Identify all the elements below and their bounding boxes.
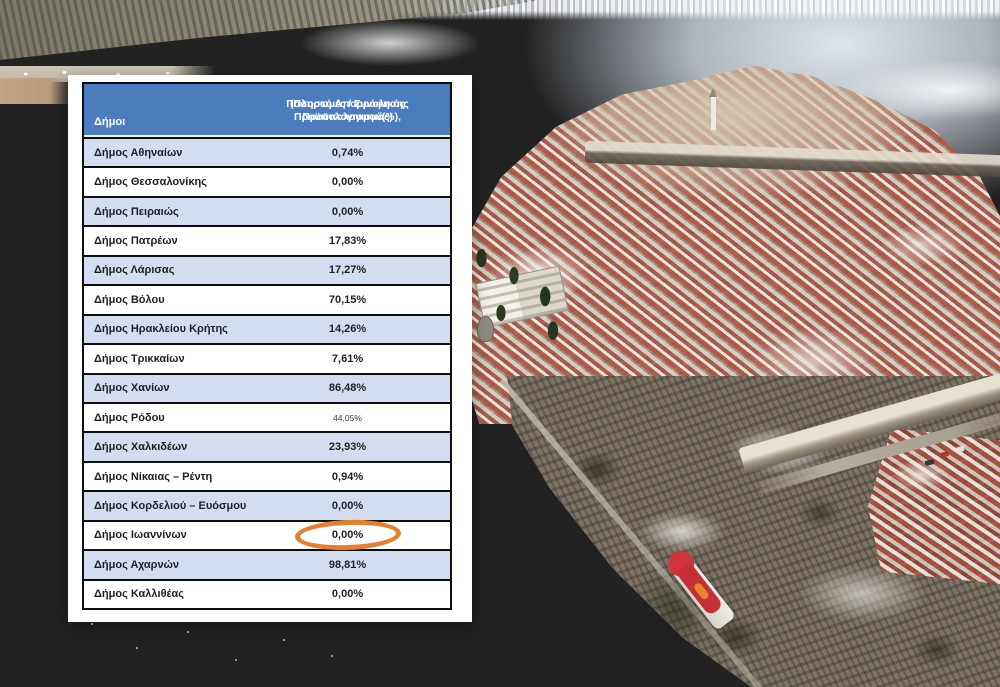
- cypress-trees: [462, 236, 592, 346]
- table-panel: Δήμοι Ποσοστό Απορρόφησης Προϋπολογισμού…: [68, 75, 472, 622]
- absorption-value-cell: 17,27%: [245, 264, 450, 276]
- municipality-name-cell: Δήμος Χανίων: [84, 382, 245, 394]
- table-row: Δήμος Αχαρνών 98,81%: [84, 549, 450, 578]
- table-row: Δήμος Πατρέων 17,83%: [84, 225, 450, 254]
- municipality-name-cell: Δήμος Κορδελιού – Ευόσμου: [84, 500, 245, 512]
- absorption-value-cell: 0,00%: [245, 176, 450, 188]
- absorption-value-cell: 7,61%: [245, 353, 450, 365]
- header-municipalities: Δήμοι: [84, 84, 245, 137]
- table-row: Δήμος Χανίων 86,48%: [84, 373, 450, 402]
- absorption-value-cell: 98,81%: [245, 559, 450, 571]
- cloud-reflection: [300, 20, 480, 66]
- absorption-value-cell: 86,48%: [245, 382, 450, 394]
- municipality-name-cell: Δήμος Ρόδου: [84, 412, 245, 424]
- municipality-name-cell: Δήμος Καλλιθέας: [84, 588, 245, 600]
- table-row: Δήμος Ρόδου 44,05%: [84, 402, 450, 431]
- table-row: Δήμος Θεσσαλονίκης 0,00%: [84, 166, 450, 195]
- table-row: Δήμος Κορδελιού – Ευόσμου 0,00%: [84, 490, 450, 519]
- municipality-name-cell: Δήμος Πειραιώς: [84, 206, 245, 218]
- absorption-value-cell: 0,00%: [245, 529, 450, 541]
- table-row: Δήμος Νίκαιας – Ρέντη 0,94%: [84, 461, 450, 490]
- table-row: Δήμος Λάρισας 17,27%: [84, 255, 450, 284]
- municipality-name-cell: Δήμος Τρικκαίων: [84, 353, 245, 365]
- table-row: Δήμος Καλλιθέας 0,00%: [84, 579, 450, 608]
- municipality-name-cell: Δήμος Αθηναίων: [84, 147, 245, 159]
- absorption-value-cell: 17,83%: [245, 235, 450, 247]
- table-header-row: Δήμοι Ποσοστό Απορρόφησης Προϋπολογισμού…: [84, 84, 450, 139]
- municipality-name-cell: Δήμος Χαλκιδέων: [84, 441, 245, 453]
- highlight-ellipse: [294, 519, 401, 553]
- municipality-name-cell: Δήμος Αχαρνών: [84, 559, 245, 571]
- municipality-name-cell: Δήμος Λάρισας: [84, 264, 245, 276]
- absorption-value-cell: 0,00%: [245, 206, 450, 218]
- table-body: Δήμος Αθηναίων 0,74% Δήμος Θεσσαλονίκης …: [84, 139, 450, 608]
- absorption-value-cell: 70,15%: [245, 294, 450, 306]
- table-row: Δήμος Ιωαννίνων 0,00%: [84, 520, 450, 549]
- table-row: Δήμος Ηρακλείου Κρήτης 14,26%: [84, 314, 450, 343]
- municipality-name-cell: Δήμος Ηρακλείου Κρήτης: [84, 323, 245, 335]
- municipality-name-cell: Δήμος Θεσσαλονίκης: [84, 176, 245, 188]
- municipality-name-cell: Δήμος Πατρέων: [84, 235, 245, 247]
- screenshot-root: Δήμοι Ποσοστό Απορρόφησης Προϋπολογισμού…: [0, 0, 1000, 687]
- minaret: [711, 96, 716, 130]
- absorption-value-cell: 0,94%: [245, 471, 450, 483]
- absorption-value-cell: 44,05%: [245, 413, 450, 423]
- absorption-value-cell: 14,26%: [245, 323, 450, 335]
- municipality-name-cell: Δήμος Βόλου: [84, 294, 245, 306]
- municipalities-table: Δήμοι Ποσοστό Απορρόφησης Προϋπολογισμού…: [82, 82, 452, 610]
- municipality-name-cell: Δήμος Ιωαννίνων: [84, 529, 245, 541]
- table-row: Δήμος Τρικκαίων 7,61%: [84, 343, 450, 372]
- shore-fields: [0, 78, 72, 104]
- absorption-value-cell: 0,00%: [245, 500, 450, 512]
- header-absorption-rate: Ποσοστό Απορρόφησης Προϋπολογισμού(%), (…: [245, 84, 450, 137]
- absorption-value-cell: 23,93%: [245, 441, 450, 453]
- absorption-value-cell: 0,00%: [245, 588, 450, 600]
- municipality-name-cell: Δήμος Νίκαιας – Ρέντη: [84, 471, 245, 483]
- table-row: Δήμος Πειραιώς 0,00%: [84, 196, 450, 225]
- header-absorption-line2: (Πληρωμές / Συνολικός Προϋπολογισμός): [245, 98, 450, 124]
- absorption-value-cell: 0,74%: [245, 147, 450, 159]
- table-row: Δήμος Αθηναίων 0,74%: [84, 139, 450, 166]
- table-row: Δήμος Χαλκιδέων 23,93%: [84, 431, 450, 460]
- table-row: Δήμος Βόλου 70,15%: [84, 284, 450, 313]
